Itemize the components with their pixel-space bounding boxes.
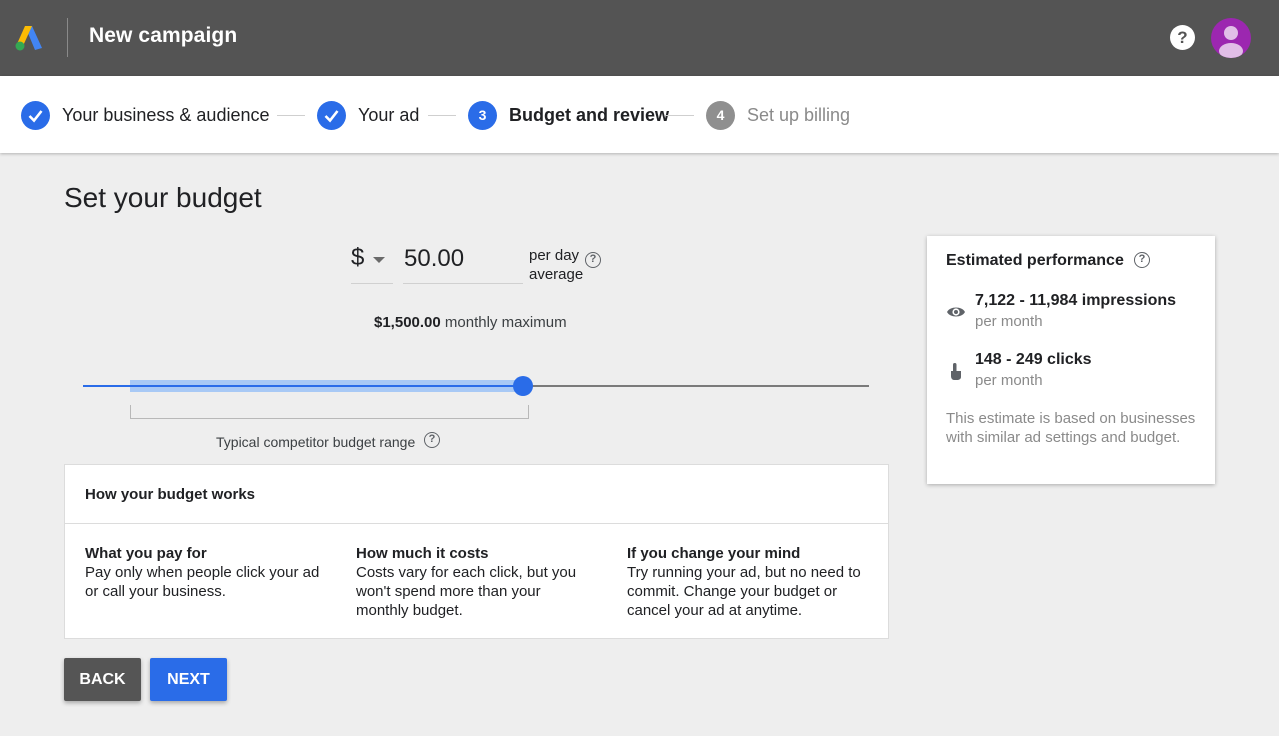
- impressions-period: per month: [975, 313, 1043, 330]
- avatar[interactable]: [1211, 18, 1251, 58]
- header-divider: [67, 18, 68, 57]
- info-column: If you change your mind Try running your…: [627, 544, 867, 620]
- info-text: Costs vary for each click, but you won't…: [356, 564, 577, 619]
- checkmark-icon: [21, 100, 50, 130]
- competitor-range-label: Typical competitor budget range: [216, 434, 416, 450]
- account-avatar-icon: [1219, 26, 1243, 58]
- step-set-up-billing[interactable]: 4 Set up billing: [706, 100, 850, 130]
- estimated-performance-card: Estimated performance ? 7,122 - 11,984 i…: [927, 236, 1215, 484]
- impressions-range: 7,122 - 11,984 impressions: [975, 292, 1177, 309]
- checkmark-icon: [317, 100, 346, 130]
- progress-stepper: Your business & audience Your ad 3 Budge…: [0, 76, 1279, 153]
- clicks-range: 148 - 249 clicks: [975, 351, 1092, 368]
- monthly-maximum: $1,500.00 monthly maximum: [374, 314, 567, 331]
- info-column: What you pay for Pay only when people cl…: [85, 544, 325, 601]
- currency-symbol: $: [351, 244, 365, 271]
- estimated-performance-title: Estimated performance: [946, 252, 1124, 269]
- info-text: Pay only when people click your ad or ca…: [85, 564, 320, 600]
- step-business-audience[interactable]: Your business & audience: [21, 100, 269, 130]
- info-heading: How much it costs: [356, 545, 489, 562]
- google-ads-logo-icon[interactable]: [14, 24, 44, 52]
- step-label: Your ad: [358, 104, 420, 125]
- step-number-badge: 4: [706, 100, 735, 130]
- info-text: Try running your ad, but no need to comm…: [627, 564, 861, 619]
- estimate-note: This estimate is based on businesses wit…: [946, 410, 1196, 446]
- page-title: Set your budget: [64, 182, 262, 213]
- monthly-max-value: $1,500.00: [374, 314, 441, 331]
- help-icon[interactable]: ?: [1170, 25, 1195, 50]
- info-heading: If you change your mind: [627, 545, 801, 562]
- page-title-header: New campaign: [89, 24, 238, 47]
- step-label: Budget and review: [509, 104, 670, 125]
- step-number-badge: 3: [468, 100, 497, 130]
- clicks-period: per month: [975, 372, 1043, 389]
- click-hand-icon: [951, 363, 961, 380]
- currency-select[interactable]: $: [351, 240, 393, 284]
- average-text: average: [529, 266, 584, 283]
- help-circle-icon[interactable]: ?: [1134, 252, 1150, 268]
- help-circle-icon[interactable]: ?: [585, 252, 601, 268]
- divider: [65, 523, 888, 524]
- daily-budget-input[interactable]: [403, 240, 523, 284]
- info-heading: What you pay for: [85, 545, 207, 562]
- budget-slider-fill: [83, 385, 524, 387]
- step-budget-review[interactable]: 3 Budget and review: [468, 100, 669, 130]
- chevron-down-icon: [373, 257, 385, 263]
- step-connector: [666, 115, 694, 116]
- back-button[interactable]: BACK: [64, 658, 141, 701]
- step-connector: [428, 115, 456, 116]
- budget-slider-thumb[interactable]: [513, 376, 534, 396]
- top-app-bar: New campaign ?: [0, 0, 1279, 76]
- next-button[interactable]: NEXT: [150, 658, 227, 701]
- step-connector: [277, 115, 305, 116]
- step-label: Your business & audience: [62, 104, 270, 125]
- step-label: Set up billing: [747, 104, 851, 125]
- how-budget-works-title: How your budget works: [85, 486, 256, 503]
- competitor-range-bracket: [130, 405, 529, 419]
- per-day-average-label: per day average: [529, 246, 583, 284]
- how-budget-works-card: How your budget works What you pay for P…: [64, 464, 889, 639]
- info-column: How much it costs Costs vary for each cl…: [356, 544, 596, 620]
- help-circle-icon[interactable]: ?: [424, 432, 440, 448]
- step-your-ad[interactable]: Your ad: [317, 100, 419, 130]
- monthly-max-label: monthly maximum: [440, 314, 567, 331]
- eye-icon: [947, 307, 965, 317]
- per-day-text: per day: [529, 247, 580, 264]
